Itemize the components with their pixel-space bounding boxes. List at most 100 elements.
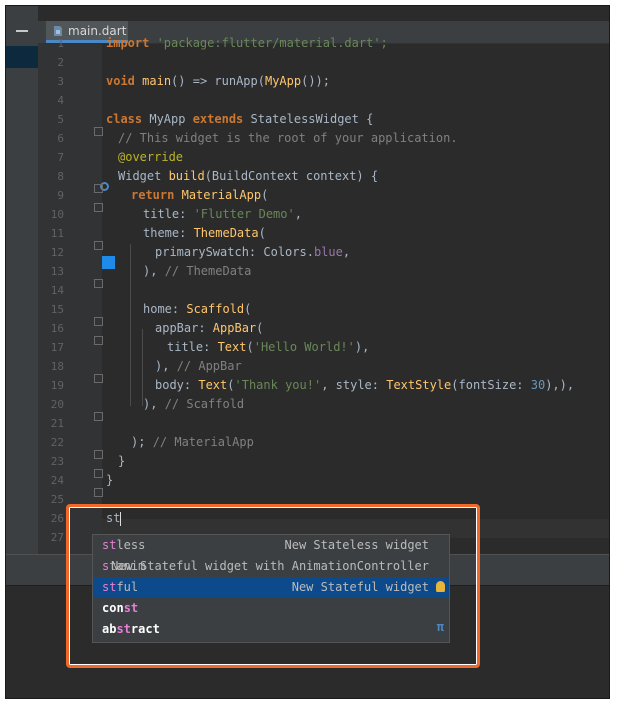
code-text: ,: [294, 207, 302, 221]
line-number: 20: [50, 398, 64, 411]
line-number: 5: [57, 113, 64, 126]
completion-item-name: const: [102, 598, 138, 619]
code-line-3: void main() => runApp(MyApp());: [106, 72, 330, 91]
completion-item-stful[interactable]: stful New Stateful widget: [93, 577, 449, 598]
line-number: 21: [50, 417, 64, 430]
code-line-5: class MyApp extends StatelessWidget {: [106, 110, 373, 129]
code-line-19: body: Text('Thank you!', style: TextStyl…: [155, 376, 574, 395]
pi-icon[interactable]: π: [437, 617, 444, 638]
code-line-12: primarySwatch: Colors.blue,: [155, 243, 350, 262]
code-text: );: [131, 435, 153, 449]
string-literal: 'package:flutter/material.dart';: [149, 36, 388, 50]
line-number: 17: [50, 341, 64, 354]
line-number: 9: [57, 189, 64, 202]
code-text: ),: [143, 397, 165, 411]
completion-item-stanim[interactable]: stanim New Stateful widget with Animatio…: [93, 556, 449, 577]
code-text: (: [227, 378, 235, 392]
identifier: MaterialApp: [181, 188, 262, 202]
completion-item-description: New Stateless widget: [284, 538, 430, 552]
completion-item-const[interactable]: const: [93, 598, 449, 619]
code-text: (BuildContext context) {: [204, 169, 379, 183]
code-line-6: // This widget is the root of your appli…: [118, 129, 458, 148]
line-number: 22: [50, 436, 64, 449]
line-number: 25: [50, 493, 64, 506]
match-highlight: st: [102, 538, 117, 552]
code-editor[interactable]: import 'package:flutter/material.dart'; …: [102, 36, 609, 554]
line-number: 13: [50, 265, 64, 278]
code-line-17: title: Text('Hello World!'),: [167, 338, 369, 357]
identifier: MyApp: [264, 74, 302, 88]
keyword: class: [106, 112, 143, 126]
code-text: , style:: [321, 378, 387, 392]
line-number: 15: [50, 303, 64, 316]
completion-item-prefix: ab: [102, 622, 117, 636]
line-number: 18: [50, 360, 64, 373]
code-text: (: [246, 340, 254, 354]
line-number: 12: [50, 246, 64, 259]
completion-item-rest: ful: [116, 580, 139, 594]
code-text: MyApp: [142, 112, 193, 126]
code-text: appBar:: [155, 321, 213, 335]
identifier: main: [142, 74, 172, 88]
line-number: 16: [50, 322, 64, 335]
line-number: 1: [57, 37, 64, 50]
line-number: 7: [57, 151, 64, 164]
completion-item-abstract[interactable]: abstract π: [93, 619, 449, 640]
code-text: theme:: [143, 226, 194, 240]
code-line-22: ); // MaterialApp: [131, 433, 254, 452]
keyword: void: [106, 74, 135, 88]
string-literal: 'Thank you!': [234, 378, 322, 392]
code-text: }: [118, 454, 126, 468]
line-number: 4: [57, 94, 64, 107]
comment: // MaterialApp: [152, 435, 254, 449]
match-highlight: st: [116, 622, 131, 636]
text-caret: [120, 511, 122, 526]
code-line-23: }: [118, 452, 125, 471]
code-line-16: appBar: AppBar(: [155, 319, 263, 338]
line-number: 24: [50, 474, 64, 487]
comment: // This widget is the root of your appli…: [118, 131, 458, 145]
code-text: (: [244, 302, 252, 316]
code-text: home:: [143, 302, 187, 316]
line-number: 27: [50, 531, 64, 544]
lightbulb-icon[interactable]: [436, 581, 445, 592]
line-number: 10: [50, 208, 64, 221]
keyword: return: [131, 188, 175, 202]
code-line-13: ), // ThemeData: [143, 262, 251, 281]
identifier: Text: [217, 340, 247, 354]
line-number: 19: [50, 379, 64, 392]
indent-guide: [130, 244, 131, 406]
code-line-1: import 'package:flutter/material.dart';: [106, 34, 388, 53]
identifier: ThemeData: [193, 226, 259, 240]
code-line-11: theme: ThemeData(: [143, 224, 266, 243]
code-line-26[interactable]: st: [106, 509, 122, 528]
completion-item-description: New Stateful widget: [291, 580, 429, 594]
match-highlight: st: [102, 580, 117, 594]
completion-item-stless[interactable]: stless New Stateless widget: [93, 535, 449, 556]
completion-item-prefix: con: [102, 601, 124, 615]
code-text: (: [261, 188, 269, 202]
completion-item-rest: ract: [130, 622, 160, 636]
typed-text: st: [106, 511, 121, 525]
code-text: title:: [143, 207, 194, 221]
minimize-icon[interactable]: [16, 30, 28, 32]
code-line-7: @override: [118, 148, 183, 167]
keyword: extends: [192, 112, 244, 126]
code-completion-popup: stless New Stateless widget stanim New S…: [92, 534, 450, 643]
code-text: primarySwatch: Colors.: [155, 245, 314, 259]
number-literal: 30: [530, 378, 546, 392]
code-line-24: }: [106, 471, 113, 490]
completion-item-name: abstract: [102, 619, 160, 640]
code-text: ),: [143, 264, 165, 278]
line-number: 11: [50, 227, 64, 240]
comment: // ThemeData: [164, 264, 252, 278]
code-text: body:: [155, 378, 199, 392]
code-text: StatelessWidget {: [243, 112, 374, 126]
code-text: ),: [155, 359, 177, 373]
code-text: ());: [301, 74, 330, 88]
code-text: }: [106, 473, 114, 487]
string-literal: 'Flutter Demo': [193, 207, 295, 221]
identifier: Scaffold: [186, 302, 245, 316]
code-line-8: Widget build(BuildContext context) {: [118, 167, 378, 186]
completion-item-name: stless: [102, 535, 145, 556]
